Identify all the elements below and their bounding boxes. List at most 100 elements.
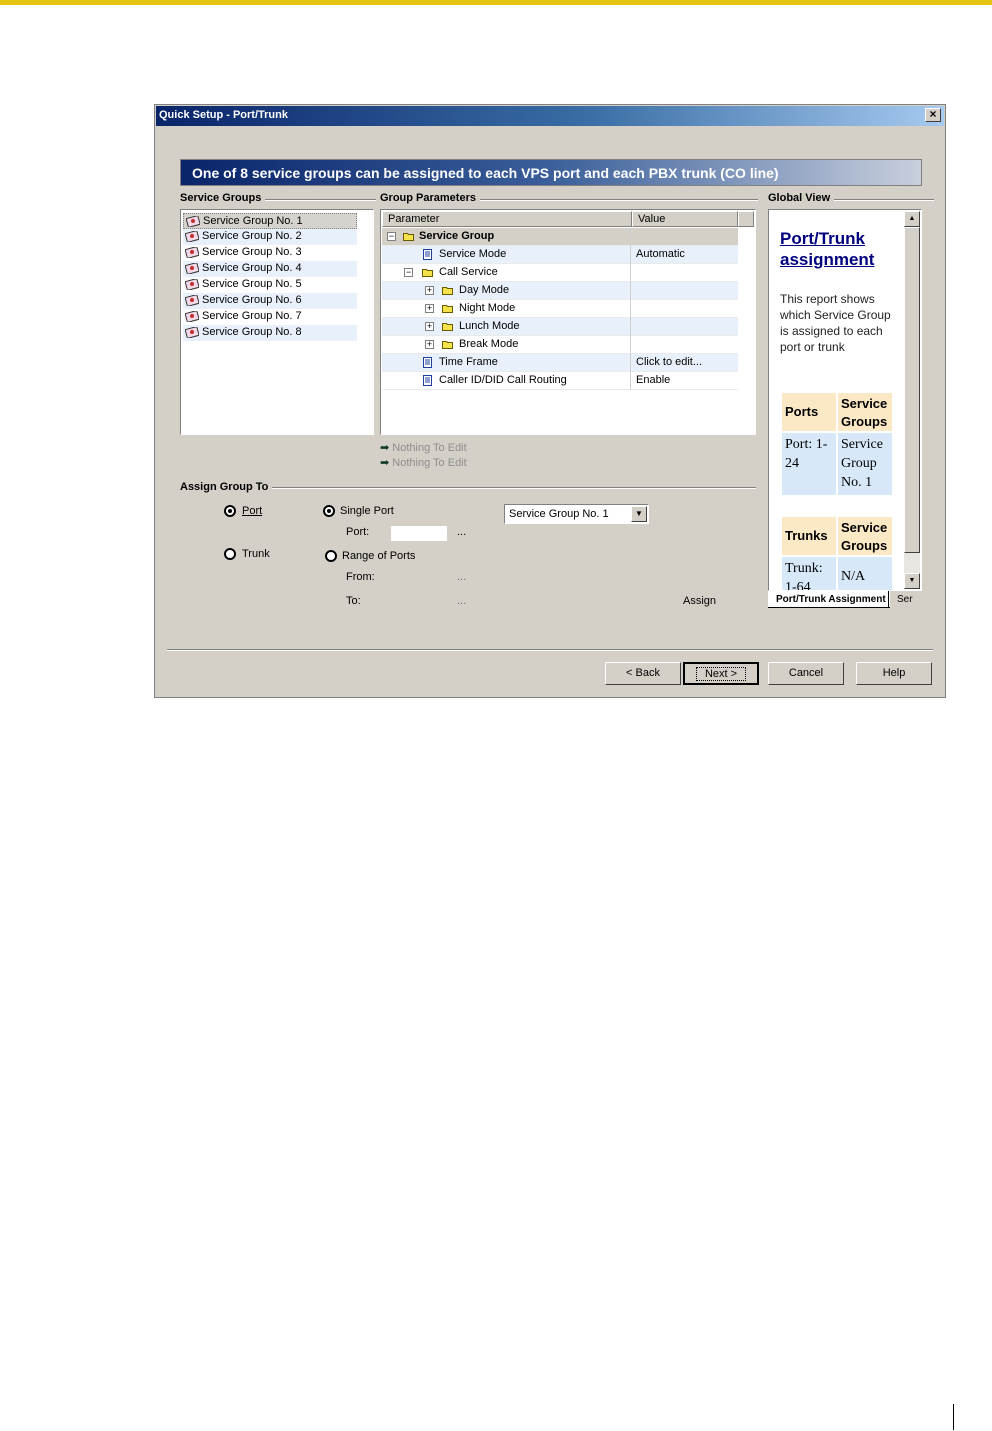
- parameter-row[interactable]: Caller ID/DID Call Routing Enable: [382, 372, 738, 390]
- next-button[interactable]: Next >: [683, 662, 759, 685]
- service-groups-list[interactable]: Service Group No. 1 Service Group No. 2 …: [180, 209, 374, 435]
- service-group-item[interactable]: Service Group No. 1: [183, 213, 357, 229]
- single-port-label[interactable]: Single Port: [340, 505, 394, 517]
- column-divider: [630, 318, 631, 336]
- report-title-link[interactable]: Port/Trunk assignment: [780, 228, 905, 270]
- expand-icon[interactable]: +: [425, 286, 434, 295]
- scroll-down-icon[interactable]: ▼: [904, 573, 920, 589]
- chevron-down-icon[interactable]: ▼: [631, 506, 647, 522]
- trunk-group-cell: N/A: [838, 557, 892, 590]
- parameter-row[interactable]: Service Mode Automatic: [382, 246, 738, 264]
- parameter-row[interactable]: + Night Mode: [382, 300, 738, 318]
- service-group-icon: [185, 279, 199, 290]
- assign-button[interactable]: Assign: [683, 595, 716, 607]
- from-field-label: From:: [346, 571, 375, 583]
- nothing-to-edit-label: Nothing To Edit: [392, 442, 467, 454]
- port-group-cell: Service Group No. 1: [838, 433, 892, 495]
- service-group-label: Service Group No. 5: [202, 278, 302, 290]
- parameter-row[interactable]: + Break Mode: [382, 336, 738, 354]
- cancel-button[interactable]: Cancel: [768, 662, 844, 685]
- page-top-accent-bar: [0, 0, 992, 5]
- parameter-row[interactable]: + Lunch Mode: [382, 318, 738, 336]
- service-group-item[interactable]: Service Group No. 3: [183, 245, 357, 261]
- global-view-pane[interactable]: Port/Trunk assignment This report shows …: [768, 209, 922, 591]
- parameter-row[interactable]: − Call Service: [382, 264, 738, 282]
- tab-service-groups[interactable]: Ser: [888, 591, 917, 608]
- group-parameters-grid[interactable]: Parameter Value − Service Group Service …: [380, 209, 756, 435]
- from-browse-button[interactable]: ...: [457, 571, 466, 583]
- service-group-label: Service Group No. 1: [203, 215, 303, 227]
- service-group-item[interactable]: Service Group No. 8: [183, 325, 357, 341]
- collapse-icon[interactable]: −: [404, 268, 413, 277]
- service-group-item[interactable]: Service Group No. 6: [183, 293, 357, 309]
- title-bar[interactable]: Quick Setup - Port/Trunk ×: [156, 106, 944, 126]
- page-edge-mark: [953, 1404, 954, 1430]
- service-group-label: Service Group No. 7: [202, 310, 302, 322]
- window-title: Quick Setup - Port/Trunk: [159, 109, 288, 121]
- port-field-label: Port:: [346, 526, 370, 538]
- port-radio-label[interactable]: Port: [242, 505, 262, 517]
- collapse-icon[interactable]: −: [387, 232, 396, 241]
- document-icon: [423, 375, 432, 386]
- parameter-row[interactable]: Time Frame Click to edit...: [382, 354, 738, 372]
- column-header-parameter[interactable]: Parameter: [382, 211, 632, 227]
- column-divider: [630, 246, 631, 264]
- folder-icon: [442, 305, 453, 313]
- column-divider: [630, 264, 631, 282]
- column-divider: [630, 354, 631, 372]
- global-view-scrollbar[interactable]: ▲ ▼: [904, 211, 920, 589]
- parameter-value[interactable]: Enable: [636, 374, 670, 386]
- parameter-value[interactable]: Automatic: [636, 248, 685, 260]
- parameter-row[interactable]: − Service Group: [382, 228, 738, 246]
- parameter-value[interactable]: Click to edit...: [636, 356, 702, 368]
- trunk-radio-label[interactable]: Trunk: [242, 548, 270, 560]
- range-of-ports-label[interactable]: Range of Ports: [342, 550, 415, 562]
- service-group-label: Service Group No. 8: [202, 326, 302, 338]
- close-icon[interactable]: ×: [925, 108, 941, 122]
- expand-icon[interactable]: +: [425, 304, 434, 313]
- expand-icon[interactable]: +: [425, 340, 434, 349]
- quick-setup-dialog: Quick Setup - Port/Trunk × One of 8 serv…: [154, 104, 946, 698]
- folder-icon: [442, 341, 453, 349]
- group-parameters-label: Group Parameters: [380, 192, 480, 204]
- arrow-right-icon: ➡: [380, 457, 390, 469]
- assign-group-label: Assign Group To: [180, 481, 273, 493]
- service-group-item[interactable]: Service Group No. 4: [183, 261, 357, 277]
- parameter-name: Night Mode: [459, 302, 516, 314]
- scroll-up-icon[interactable]: ▲: [904, 211, 920, 227]
- parameter-name: Caller ID/DID Call Routing: [439, 374, 567, 386]
- service-group-icon: [185, 263, 199, 274]
- service-group-item[interactable]: Service Group No. 7: [183, 309, 357, 325]
- single-port-radio[interactable]: [323, 505, 335, 517]
- parameter-name: Break Mode: [459, 338, 519, 350]
- service-group-select-value: Service Group No. 1: [509, 508, 609, 520]
- service-group-item[interactable]: Service Group No. 2: [183, 229, 357, 245]
- trunk-radio[interactable]: [224, 548, 236, 560]
- expand-icon[interactable]: +: [425, 322, 434, 331]
- tab-port-trunk-assignment[interactable]: Port/Trunk Assignment: [768, 591, 890, 608]
- column-header-value[interactable]: Value: [632, 211, 738, 227]
- column-divider: [630, 336, 631, 354]
- back-button[interactable]: < Back: [605, 662, 681, 685]
- port-input[interactable]: [390, 525, 448, 542]
- global-view-label: Global View: [768, 192, 835, 204]
- column-header-value-label: Value: [638, 213, 666, 225]
- port-browse-button[interactable]: ...: [457, 526, 466, 538]
- parameter-row[interactable]: + Day Mode: [382, 282, 738, 300]
- service-group-icon: [185, 327, 199, 338]
- help-button[interactable]: Help: [856, 662, 932, 685]
- service-group-item[interactable]: Service Group No. 5: [183, 277, 357, 293]
- service-group-icon: [185, 247, 199, 258]
- next-button-label: Next >: [695, 667, 747, 681]
- service-group-select[interactable]: Service Group No. 1 ▼: [504, 504, 649, 524]
- folder-icon: [403, 233, 414, 241]
- ports-header: Ports: [782, 393, 836, 431]
- to-browse-button[interactable]: ...: [457, 595, 466, 607]
- port-radio[interactable]: [224, 505, 236, 517]
- parameter-name: Day Mode: [459, 284, 510, 296]
- column-divider: [630, 372, 631, 390]
- nothing-to-edit-label: Nothing To Edit: [392, 457, 467, 469]
- service-group-label: Service Group No. 3: [202, 246, 302, 258]
- scroll-thumb[interactable]: [904, 227, 920, 553]
- range-of-ports-radio[interactable]: [325, 550, 337, 562]
